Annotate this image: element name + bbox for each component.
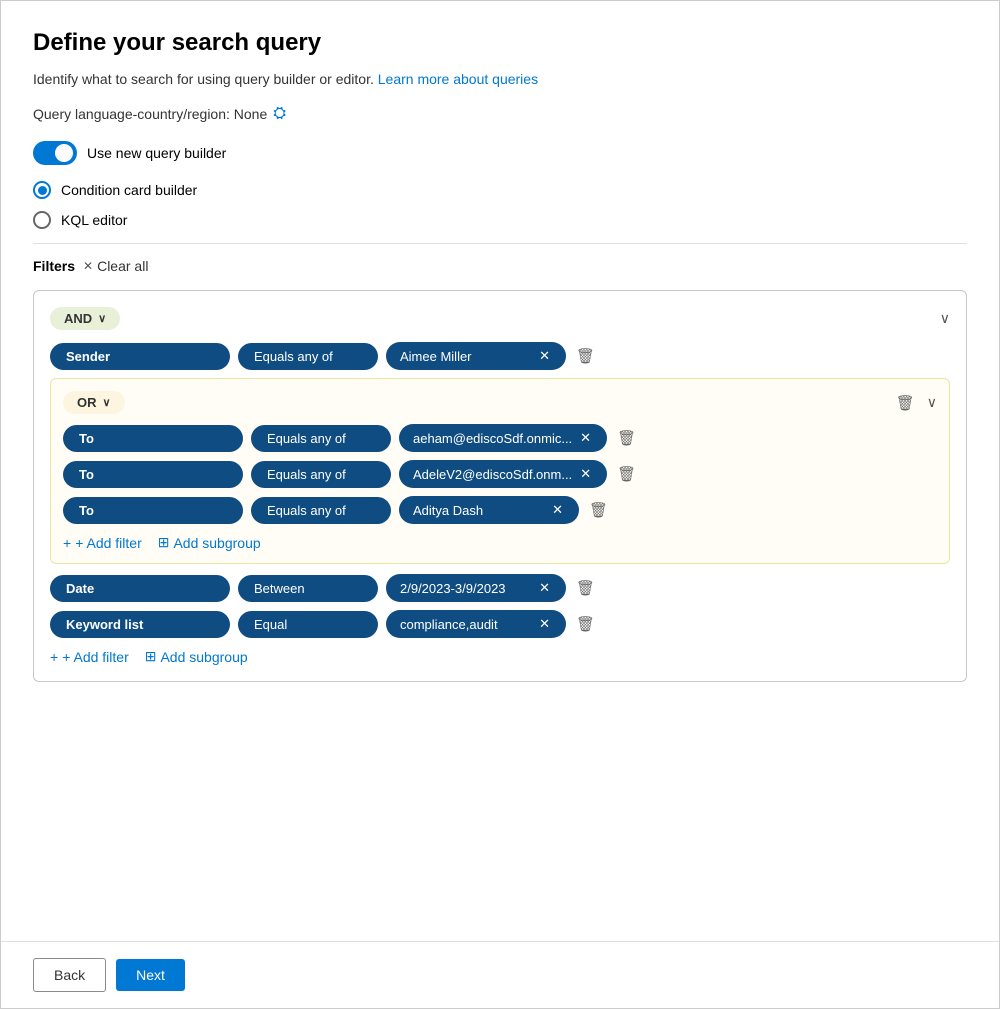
clear-all-label: Clear all xyxy=(97,258,148,274)
subgroup-add-subgroup-label: Add subgroup xyxy=(173,535,260,551)
back-button[interactable]: Back xyxy=(33,958,106,992)
to-2-condition-pill[interactable]: Equals any of xyxy=(251,461,391,488)
kql-editor-radio[interactable] xyxy=(33,211,51,229)
sender-value-pill[interactable]: Aimee Miller ✕ xyxy=(386,342,566,370)
and-group-collapse-icon[interactable]: ∨ xyxy=(940,310,950,327)
and-operator-button[interactable]: AND ∨ xyxy=(50,307,120,330)
to-3-value-pill[interactable]: Aditya Dash ✕ xyxy=(399,496,579,524)
or-subgroup-header-left: OR ∨ xyxy=(63,391,125,414)
date-field-pill[interactable]: Date xyxy=(50,575,230,602)
to-2-delete-button[interactable]: 🗑 xyxy=(615,465,638,483)
or-group-delete-button[interactable]: 🗑 xyxy=(894,394,917,412)
outer-add-subgroup-icon: ⊞ xyxy=(145,648,157,665)
keyword-delete-button[interactable]: 🗑 xyxy=(574,615,597,633)
clear-all-x-icon: ✕ xyxy=(83,259,93,273)
to-2-field-pill[interactable]: To xyxy=(63,461,243,488)
subgroup-add-filter-label: + Add filter xyxy=(75,535,142,551)
condition-card-builder-radio[interactable] xyxy=(33,181,51,199)
query-builder-toggle-row: Use new query builder xyxy=(33,141,967,165)
subgroup-add-filter-icon: + xyxy=(63,535,71,551)
sender-condition-pill[interactable]: Equals any of xyxy=(238,343,378,370)
to-filter-row-3: To Equals any of Aditya Dash ✕ 🗑 xyxy=(63,496,937,524)
footer: Back Next xyxy=(1,941,999,1008)
subgroup-add-filter-button[interactable]: + + Add filter xyxy=(63,535,142,551)
translate-icon[interactable]: ⛭ xyxy=(273,105,286,123)
date-delete-button[interactable]: 🗑 xyxy=(574,579,597,597)
or-subgroup-header: OR ∨ 🗑 ∨ xyxy=(63,391,937,414)
query-builder-toggle[interactable] xyxy=(33,141,77,165)
keyword-condition-pill[interactable]: Equal xyxy=(238,611,378,638)
condition-card-builder-radio-row[interactable]: Condition card builder xyxy=(33,181,967,199)
or-chevron-icon: ∨ xyxy=(103,396,111,409)
subtitle-text: Identify what to search for using query … xyxy=(33,71,967,87)
to-3-condition-pill[interactable]: Equals any of xyxy=(251,497,391,524)
to-1-delete-button[interactable]: 🗑 xyxy=(615,429,638,447)
outer-add-filter-icon: + xyxy=(50,649,58,665)
next-button[interactable]: Next xyxy=(116,959,185,991)
keyword-value-x-button[interactable]: ✕ xyxy=(537,616,552,632)
date-value-pill[interactable]: 2/9/2023-3/9/2023 ✕ xyxy=(386,574,566,602)
sender-value-x-button[interactable]: ✕ xyxy=(537,348,552,364)
and-chevron-icon: ∨ xyxy=(98,312,106,325)
filters-row: Filters ✕ Clear all xyxy=(33,258,967,274)
kql-editor-radio-row[interactable]: KQL editor xyxy=(33,211,967,229)
date-filter-row: Date Between 2/9/2023-3/9/2023 ✕ 🗑 xyxy=(50,574,950,602)
date-value-x-button[interactable]: ✕ xyxy=(537,580,552,596)
outer-add-filter-button[interactable]: + + Add filter xyxy=(50,649,129,665)
outer-add-subgroup-button[interactable]: ⊞ Add subgroup xyxy=(145,648,248,665)
outer-add-row: + + Add filter ⊞ Add subgroup xyxy=(50,648,950,665)
filters-label: Filters xyxy=(33,258,75,274)
kql-editor-label: KQL editor xyxy=(61,212,127,228)
and-group-header: AND ∨ ∨ xyxy=(50,307,950,330)
condition-card-builder-label: Condition card builder xyxy=(61,182,197,198)
query-lang-row: Query language-country/region: None ⛭ xyxy=(33,105,967,123)
page-title: Define your search query xyxy=(33,29,967,57)
to-1-value-x-button[interactable]: ✕ xyxy=(578,430,593,446)
query-lang-label: Query language-country/region: None xyxy=(33,106,267,122)
or-label: OR xyxy=(77,395,97,410)
outer-add-filter-label: + Add filter xyxy=(62,649,129,665)
to-filter-row-2: To Equals any of AdeleV2@ediscoSdf.onm..… xyxy=(63,460,937,488)
to-2-value-x-button[interactable]: ✕ xyxy=(578,466,593,482)
query-builder-box: AND ∨ ∨ Sender Equals any of Aimee Mille… xyxy=(33,290,967,682)
sender-field-pill[interactable]: Sender xyxy=(50,343,230,370)
to-3-field-pill[interactable]: To xyxy=(63,497,243,524)
keyword-field-pill[interactable]: Keyword list xyxy=(50,611,230,638)
and-label: AND xyxy=(64,311,92,326)
subgroup-add-subgroup-button[interactable]: ⊞ Add subgroup xyxy=(158,534,261,551)
to-3-value-x-button[interactable]: ✕ xyxy=(550,502,565,518)
keyword-filter-row: Keyword list Equal compliance,audit ✕ 🗑 xyxy=(50,610,950,638)
to-2-value-pill[interactable]: AdeleV2@ediscoSdf.onm... ✕ xyxy=(399,460,607,488)
or-group-collapse-icon[interactable]: ∨ xyxy=(927,394,937,411)
sender-delete-button[interactable]: 🗑 xyxy=(574,347,597,365)
learn-more-link[interactable]: Learn more about queries xyxy=(378,71,538,87)
subgroup-add-subgroup-icon: ⊞ xyxy=(158,534,170,551)
subgroup-add-row: + + Add filter ⊞ Add subgroup xyxy=(63,534,937,551)
toggle-label: Use new query builder xyxy=(87,145,226,161)
outer-add-subgroup-label: Add subgroup xyxy=(160,649,247,665)
to-1-field-pill[interactable]: To xyxy=(63,425,243,452)
sender-filter-row: Sender Equals any of Aimee Miller ✕ 🗑 xyxy=(50,342,950,370)
or-subgroup-box: OR ∨ 🗑 ∨ To Equals any of aeham@ xyxy=(50,378,950,564)
keyword-value-pill[interactable]: compliance,audit ✕ xyxy=(386,610,566,638)
to-3-delete-button[interactable]: 🗑 xyxy=(587,501,610,519)
clear-all-button[interactable]: ✕ Clear all xyxy=(83,258,148,274)
to-1-condition-pill[interactable]: Equals any of xyxy=(251,425,391,452)
to-1-value-pill[interactable]: aeham@ediscoSdf.onmic... ✕ xyxy=(399,424,607,452)
or-operator-button[interactable]: OR ∨ xyxy=(63,391,125,414)
date-condition-pill[interactable]: Between xyxy=(238,575,378,602)
to-filter-row-1: To Equals any of aeham@ediscoSdf.onmic..… xyxy=(63,424,937,452)
